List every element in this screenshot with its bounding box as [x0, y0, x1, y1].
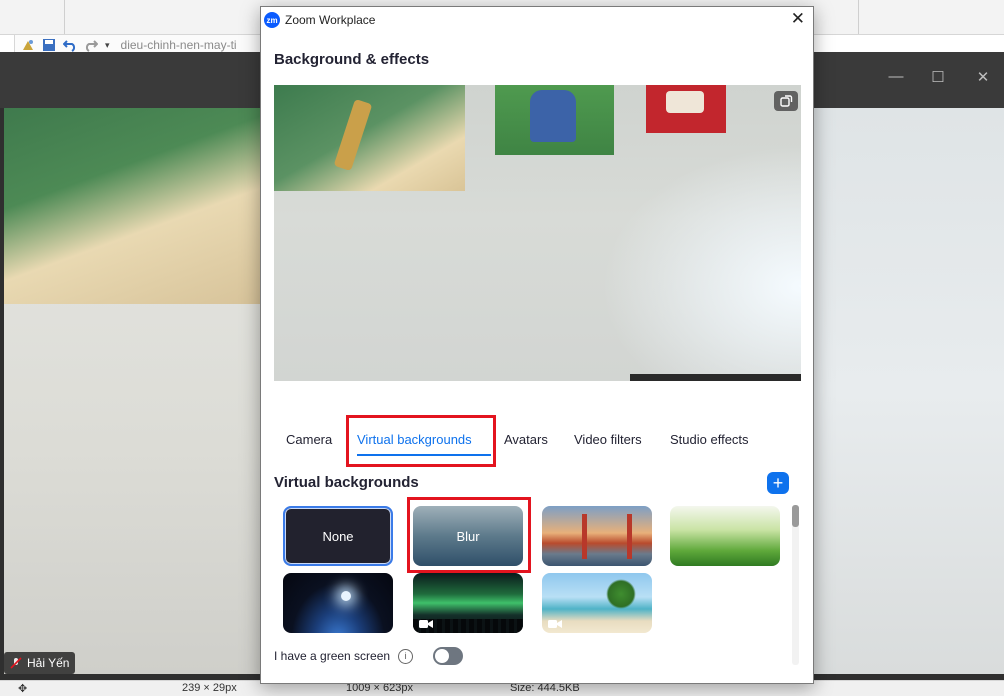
effects-tabs: Camera Virtual backgrounds Avatars Video… — [274, 429, 801, 459]
muted-mic-icon — [10, 657, 22, 669]
tab-studio-effects[interactable]: Studio effects — [670, 429, 749, 459]
background-beach[interactable] — [542, 573, 652, 633]
move-icon: ✥ — [18, 683, 28, 695]
camera-preview — [274, 85, 801, 381]
selection-size: 239 × 29px — [182, 682, 237, 694]
background-earth[interactable] — [283, 573, 393, 633]
virtual-backgrounds-heading: Virtual backgrounds — [274, 474, 419, 491]
tab-video-filters[interactable]: Video filters — [574, 429, 642, 459]
maximize-icon[interactable]: ☐ — [928, 68, 948, 86]
video-feed-right — [814, 108, 1004, 674]
background-none[interactable]: None — [283, 506, 393, 566]
wall-poster — [4, 108, 260, 304]
preview-light — [601, 145, 801, 381]
close-window-icon[interactable]: ✕ — [973, 68, 993, 86]
tab-avatars[interactable]: Avatars — [504, 429, 548, 459]
info-icon[interactable]: i — [398, 648, 414, 664]
scrollbar-thumb[interactable] — [792, 505, 799, 527]
background-grass[interactable] — [670, 506, 780, 566]
thumb-label: None — [322, 528, 354, 544]
minimize-icon[interactable]: — — [886, 68, 906, 85]
save-icon[interactable] — [42, 38, 56, 52]
close-icon[interactable]: ✕ — [791, 10, 805, 28]
page-title: Background & effects — [274, 51, 430, 68]
dialog-window-title: Zoom Workplace — [285, 13, 376, 27]
active-tab-indicator — [357, 454, 491, 456]
redo-icon[interactable] — [84, 38, 98, 52]
tab-camera[interactable]: Camera — [286, 429, 332, 459]
preview-shadow — [630, 374, 801, 381]
blur-highlight-box — [407, 497, 531, 573]
document-title: dieu-chinh-nen-may-ti — [120, 38, 237, 52]
zoom-app-icon: zm — [264, 12, 280, 28]
toggle-knob — [435, 649, 450, 663]
video-icon — [548, 620, 562, 628]
background-golden-gate[interactable] — [542, 506, 652, 566]
ruler-divider — [64, 0, 65, 34]
background-aurora[interactable] — [413, 573, 523, 633]
rotate-camera-icon[interactable] — [774, 91, 798, 111]
background-effects-dialog: zm Zoom Workplace ✕ Background & effects… — [260, 6, 814, 684]
participant-name: Hải Yến — [27, 656, 70, 670]
green-screen-row: I have a green screen i — [274, 647, 464, 665]
video-feed-left — [4, 108, 260, 674]
preview-poster — [495, 85, 614, 155]
paint-app-icon[interactable] — [21, 38, 35, 52]
green-screen-label: I have a green screen — [274, 649, 391, 663]
undo-icon[interactable] — [63, 38, 77, 52]
backgrounds-scrollbar[interactable] — [792, 505, 799, 665]
preview-poster — [646, 85, 726, 133]
preview-poster — [274, 85, 465, 191]
ruler-divider — [858, 0, 859, 34]
participant-name-tag: Hải Yến — [4, 652, 76, 674]
dialog-titlebar: zm Zoom Workplace ✕ — [261, 7, 813, 33]
customize-toolbar-icon[interactable]: ▾ — [105, 40, 110, 51]
green-screen-toggle[interactable] — [433, 647, 464, 665]
add-background-button[interactable]: + — [767, 472, 789, 494]
video-icon — [419, 620, 433, 628]
